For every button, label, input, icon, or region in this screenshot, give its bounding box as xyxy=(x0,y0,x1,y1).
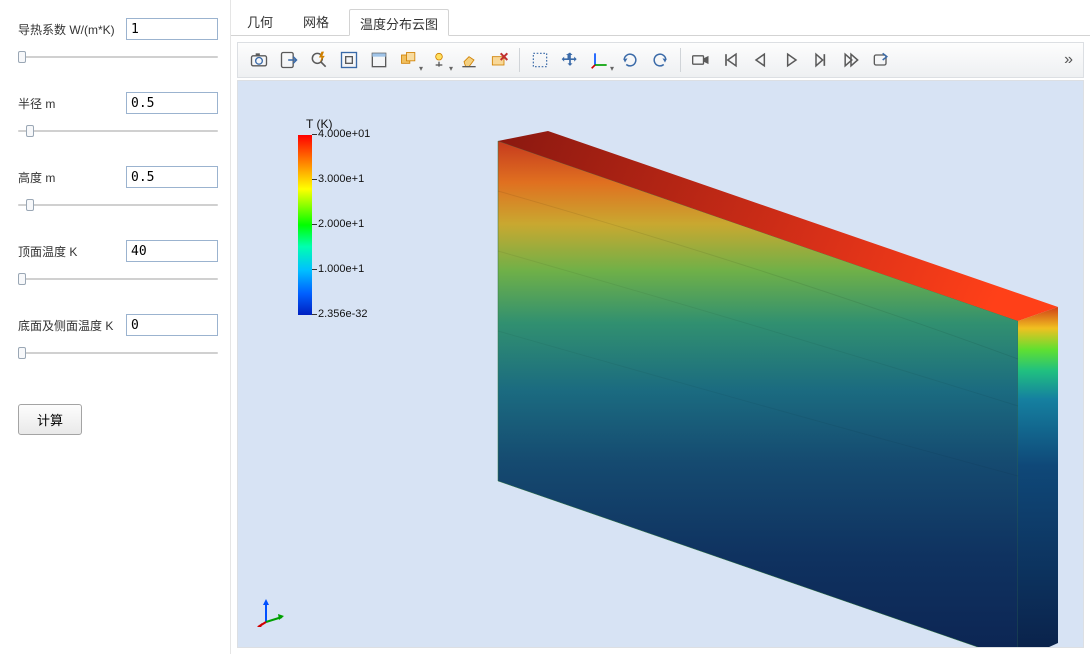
param-1: 半径 m xyxy=(18,92,220,138)
param-3: 顶面温度 K xyxy=(18,240,220,286)
select-icon[interactable] xyxy=(525,46,555,74)
temperature-contour-plot xyxy=(478,131,1078,648)
snapshot-icon[interactable] xyxy=(244,46,274,74)
param-label: 半径 m xyxy=(18,95,118,112)
axes-icon[interactable]: ▾ xyxy=(585,46,615,74)
param-label: 高度 m xyxy=(18,169,118,186)
legend-tick: 1.000e+1 xyxy=(318,263,364,275)
param-slider[interactable] xyxy=(18,272,218,286)
legend-tick: 4.000e+01 xyxy=(318,128,370,140)
tab-温度分布云图[interactable]: 温度分布云图 xyxy=(349,9,449,36)
param-0: 导热系数 W/(m*K) xyxy=(18,18,220,64)
toolbar: ▾▾▾» xyxy=(237,42,1084,78)
param-label: 顶面温度 K xyxy=(18,243,118,260)
bounding-box-icon[interactable] xyxy=(364,46,394,74)
rotate-cw-icon[interactable] xyxy=(615,46,645,74)
legend-tick: 2.356e-32 xyxy=(318,308,368,320)
play-icon[interactable] xyxy=(776,46,806,74)
zoom-flash-icon[interactable] xyxy=(304,46,334,74)
param-label: 导热系数 W/(m*K) xyxy=(18,21,118,38)
record-icon[interactable] xyxy=(686,46,716,74)
main-panel: 几何网格温度分布云图 ▾▾▾» T (K) 4.000e+013.000e+12… xyxy=(230,0,1090,654)
first-frame-icon[interactable] xyxy=(716,46,746,74)
fit-view-icon[interactable] xyxy=(334,46,364,74)
param-slider[interactable] xyxy=(18,198,218,212)
calculate-button[interactable]: 计算 xyxy=(18,404,82,435)
param-slider[interactable] xyxy=(18,124,218,138)
delete-layer-icon[interactable] xyxy=(484,46,514,74)
tab-网格[interactable]: 网格 xyxy=(293,8,339,35)
param-2: 高度 m xyxy=(18,166,220,212)
next-frame-icon[interactable] xyxy=(806,46,836,74)
param-slider[interactable] xyxy=(18,50,218,64)
param-input[interactable] xyxy=(126,240,218,262)
export-icon[interactable] xyxy=(274,46,304,74)
plot-canvas[interactable]: T (K) 4.000e+013.000e+12.000e+11.000e+12… xyxy=(237,80,1084,648)
prev-frame-icon[interactable] xyxy=(746,46,776,74)
axis-triad-icon xyxy=(256,597,286,627)
legend-tick: 3.000e+1 xyxy=(318,173,364,185)
rotate-ccw-icon[interactable] xyxy=(645,46,675,74)
clear-icon[interactable] xyxy=(454,46,484,74)
lighting-icon[interactable]: ▾ xyxy=(424,46,454,74)
param-4: 底面及侧面温度 K xyxy=(18,314,220,360)
param-slider[interactable] xyxy=(18,346,218,360)
param-input[interactable] xyxy=(126,92,218,114)
multi-view-icon[interactable]: ▾ xyxy=(394,46,424,74)
last-frame-icon[interactable] xyxy=(836,46,866,74)
toolbar-overflow[interactable]: » xyxy=(1060,51,1077,69)
color-legend: T (K) 4.000e+013.000e+12.000e+11.000e+12… xyxy=(298,117,392,315)
param-label: 底面及侧面温度 K xyxy=(18,317,118,334)
tab-几何[interactable]: 几何 xyxy=(237,8,283,35)
viewer: ▾▾▾» T (K) 4.000e+013.000e+12.000e+11.00… xyxy=(231,36,1090,654)
tab-bar: 几何网格温度分布云图 xyxy=(231,0,1090,36)
pan-icon[interactable] xyxy=(555,46,585,74)
param-input[interactable] xyxy=(126,314,218,336)
loop-icon[interactable] xyxy=(866,46,896,74)
param-input[interactable] xyxy=(126,166,218,188)
param-input[interactable] xyxy=(126,18,218,40)
legend-tick: 2.000e+1 xyxy=(318,218,364,230)
legend-colorbar xyxy=(298,135,312,315)
sidebar: 导热系数 W/(m*K) 半径 m 高度 m 顶面温度 K xyxy=(0,0,230,654)
